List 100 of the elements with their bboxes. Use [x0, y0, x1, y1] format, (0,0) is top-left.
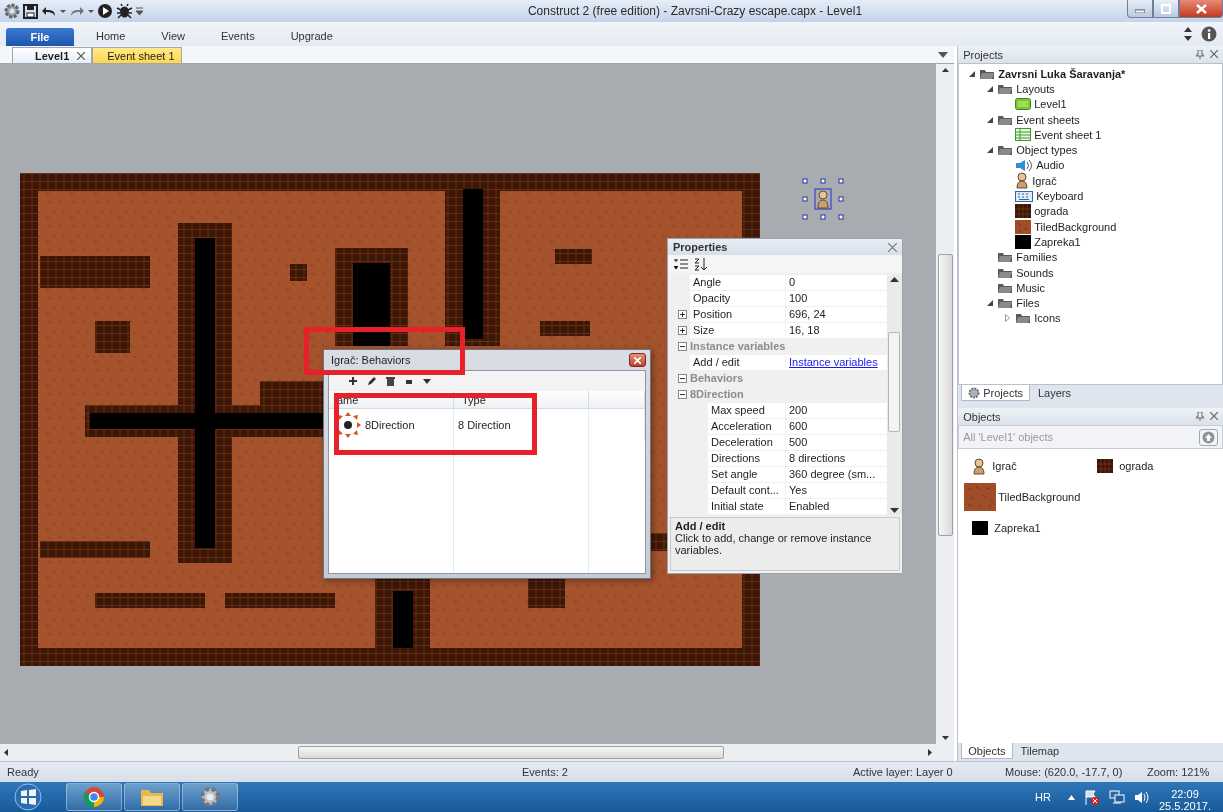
- down-arrow-icon[interactable]: [890, 508, 899, 513]
- flag-icon[interactable]: [1084, 789, 1100, 805]
- pin-icon[interactable]: [1196, 412, 1204, 421]
- property-value[interactable]: 696, 24: [786, 307, 887, 322]
- taskbar-app-button[interactable]: [124, 783, 180, 811]
- up-arrow-icon[interactable]: [890, 277, 899, 282]
- up-arrow-icon[interactable]: [941, 68, 949, 72]
- ribbon-tab[interactable]: Events: [207, 30, 269, 46]
- close-icon[interactable]: [77, 51, 86, 60]
- pin-icon[interactable]: [1196, 50, 1204, 59]
- object-item[interactable]: TiledBackground: [964, 483, 1205, 511]
- tree-item[interactable]: Audio: [959, 157, 1222, 174]
- add-icon[interactable]: [349, 377, 357, 385]
- scroll-thumb[interactable]: [298, 746, 724, 759]
- ribbon-tab[interactable]: View: [147, 30, 199, 46]
- tree-item[interactable]: Level1: [959, 96, 1222, 112]
- bug-icon[interactable]: [116, 3, 133, 19]
- file-menu-button[interactable]: File: [6, 28, 74, 46]
- down-arrow-icon[interactable]: [941, 736, 949, 740]
- panel-tab[interactable]: Objects: [961, 743, 1013, 759]
- selected-sprite-drawing[interactable]: [801, 177, 845, 221]
- panel-tab[interactable]: Tilemap: [1014, 743, 1066, 759]
- tree-item[interactable]: Zapreka1: [959, 234, 1222, 250]
- object-item[interactable]: Igrač: [964, 455, 1090, 477]
- panel-tab[interactable]: Projects: [961, 385, 1030, 401]
- restore-button[interactable]: [1153, 0, 1179, 18]
- close-button[interactable]: [629, 353, 646, 367]
- property-value[interactable]: 0: [786, 275, 887, 290]
- object-item[interactable]: ograda: [1089, 455, 1215, 477]
- volume-icon[interactable]: [1134, 790, 1150, 804]
- tree-item[interactable]: Families: [959, 249, 1222, 265]
- info-icon[interactable]: [1201, 26, 1217, 42]
- expand-icon[interactable]: [678, 326, 687, 335]
- tree-item[interactable]: Music: [959, 280, 1222, 296]
- tree-item[interactable]: Keyboard: [959, 188, 1222, 204]
- up-button[interactable]: [1199, 428, 1218, 446]
- scroll-thumb[interactable]: [938, 254, 954, 536]
- expand-icon[interactable]: [678, 310, 687, 319]
- network-icon[interactable]: [1109, 790, 1125, 804]
- minimize-button[interactable]: [1127, 0, 1153, 18]
- tree-item[interactable]: Icons: [959, 310, 1222, 327]
- property-value[interactable]: Enabled: [786, 499, 887, 514]
- expanded-arrow-icon[interactable]: [986, 116, 993, 123]
- edit-icon[interactable]: [367, 376, 376, 386]
- document-tab[interactable]: Level1: [12, 47, 93, 63]
- expanded-arrow-icon[interactable]: [968, 70, 975, 77]
- ribbon-tab[interactable]: Home: [82, 30, 140, 46]
- up-arrow-icon[interactable]: [1068, 794, 1075, 800]
- ribbon-tab[interactable]: Upgrade: [276, 30, 347, 46]
- right-arrow-icon[interactable]: [928, 749, 933, 756]
- close-button[interactable]: [1179, 0, 1223, 18]
- play-icon[interactable]: [97, 3, 113, 19]
- tree-item[interactable]: Event sheet 1: [959, 127, 1222, 143]
- left-arrow-icon[interactable]: [4, 749, 8, 756]
- tree-item[interactable]: Layouts: [959, 81, 1222, 97]
- panel-tab[interactable]: Layers: [1031, 385, 1077, 401]
- clock-time[interactable]: 22:09: [1171, 788, 1199, 800]
- taskbar-app-button[interactable]: [182, 783, 238, 811]
- property-value[interactable]: 360 degree (sm...: [786, 467, 887, 482]
- vertical-scrollbar[interactable]: [936, 64, 955, 744]
- save-icon[interactable]: [23, 3, 38, 19]
- tree-item[interactable]: Files: [959, 295, 1222, 311]
- expanded-arrow-icon[interactable]: [986, 85, 993, 92]
- move-down-icon[interactable]: [423, 377, 431, 385]
- up-down-arrows-icon[interactable]: [1183, 27, 1193, 41]
- property-value[interactable]: 8 directions: [786, 451, 887, 466]
- language-indicator[interactable]: HR: [1035, 791, 1051, 803]
- scroll-thumb[interactable]: [888, 332, 900, 432]
- property-value[interactable]: 100: [786, 291, 887, 306]
- close-icon[interactable]: [888, 242, 897, 252]
- property-value[interactable]: Yes: [786, 483, 887, 498]
- property-value[interactable]: 16, 18: [786, 323, 887, 338]
- horizontal-scrollbar[interactable]: [0, 744, 937, 761]
- scrollbar[interactable]: [887, 275, 902, 515]
- tree-item[interactable]: Event sheets: [959, 111, 1222, 128]
- clock-date[interactable]: 25.5.2017.: [1159, 800, 1211, 812]
- tree-item[interactable]: Sounds: [959, 264, 1222, 281]
- categorized-view-icon[interactable]: [674, 258, 688, 270]
- delete-icon[interactable]: [386, 376, 395, 386]
- expanded-arrow-icon[interactable]: [986, 300, 993, 307]
- tree-item[interactable]: Object types: [959, 142, 1222, 158]
- tree-item[interactable]: Zavrsni Luka Šaravanja*: [959, 66, 1222, 82]
- object-item[interactable]: Zapreka1: [964, 517, 1090, 539]
- dropdown-caret-icon[interactable]: [938, 51, 949, 58]
- expanded-arrow-icon[interactable]: [986, 147, 993, 154]
- taskbar-app-button[interactable]: [66, 783, 122, 811]
- tree-item[interactable]: Igrač: [959, 173, 1222, 189]
- customize-toolbar-icon[interactable]: [136, 5, 143, 17]
- tree-item[interactable]: TiledBackground: [959, 218, 1222, 235]
- close-icon[interactable]: [1210, 412, 1218, 420]
- property-value[interactable]: 600: [786, 419, 887, 434]
- property-value[interactable]: 200: [786, 403, 887, 418]
- redo-icon[interactable]: [69, 4, 85, 18]
- sort-alphabetical-icon[interactable]: [694, 257, 708, 271]
- collapse-icon[interactable]: [678, 374, 687, 383]
- document-tab[interactable]: Event sheet 1: [92, 47, 182, 63]
- collapse-icon[interactable]: [678, 390, 687, 399]
- tree-item[interactable]: ograda: [959, 203, 1222, 219]
- close-icon[interactable]: [1210, 50, 1218, 58]
- collapsed-arrow-icon[interactable]: [1005, 314, 1011, 323]
